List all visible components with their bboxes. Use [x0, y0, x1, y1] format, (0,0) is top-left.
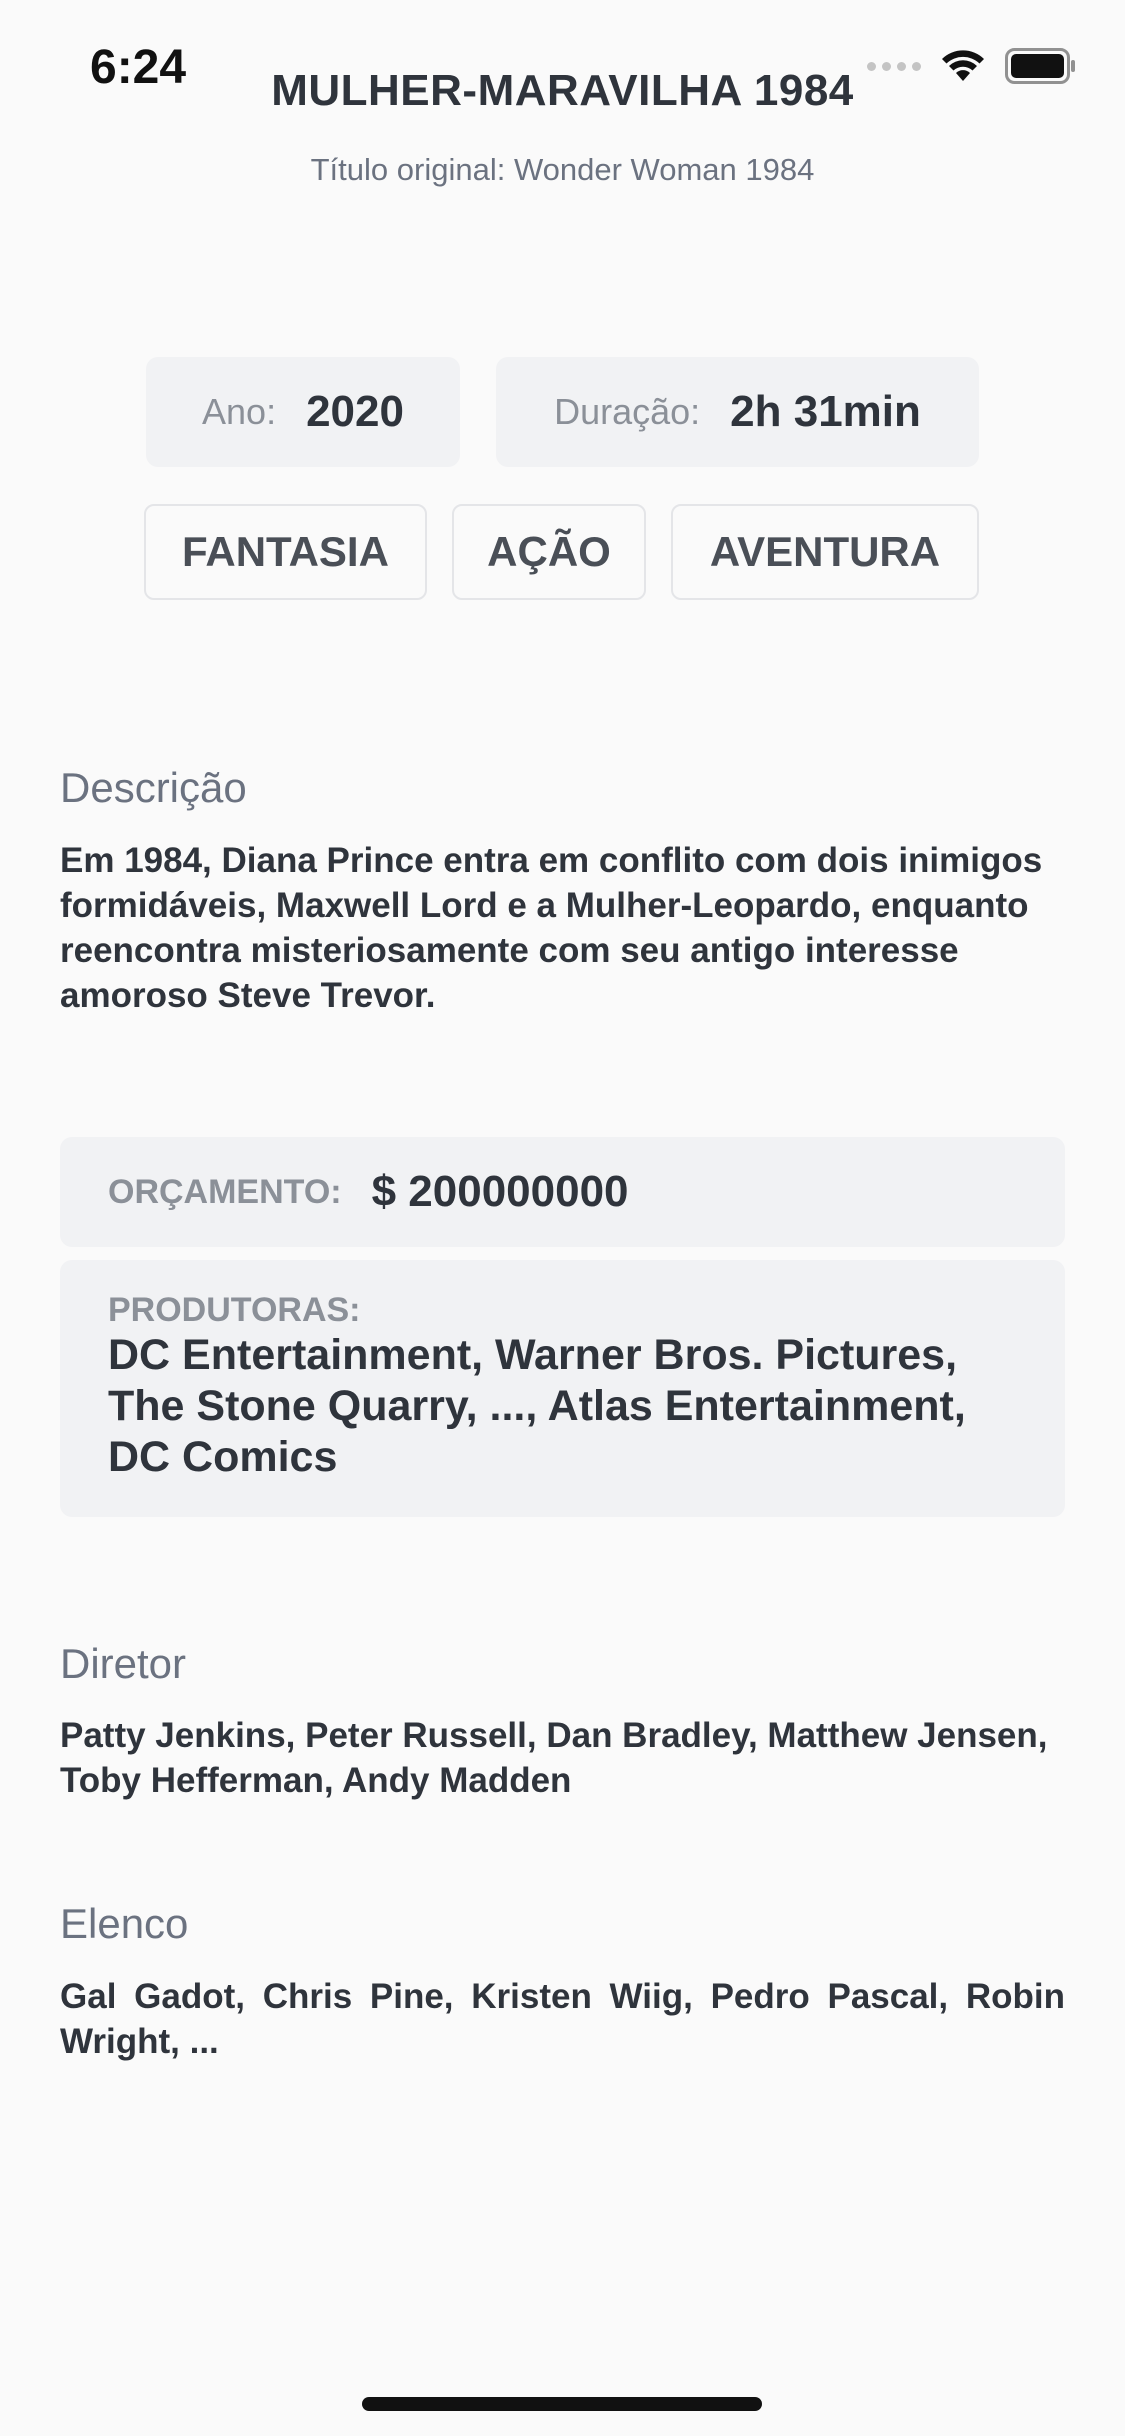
genre-tag: AVENTURA — [671, 504, 979, 600]
producers-box: PRODUTORAS: DC Entertainment, Warner Bro… — [60, 1260, 1065, 1517]
duration-label: Duração: — [554, 391, 701, 432]
genre-tags: FANTASIA AÇÃO AVENTURA — [144, 504, 979, 600]
cast-heading: Elenco — [60, 1900, 189, 1947]
budget-value: $ 200000000 — [371, 1167, 629, 1216]
genre-tag: FANTASIA — [144, 504, 427, 600]
budget-box: ORÇAMENTO: $ 200000000 — [60, 1137, 1065, 1247]
movie-title: MULHER-MARAVILHA 1984 — [271, 66, 854, 115]
description-heading: Descrição — [60, 764, 247, 811]
budget-label: ORÇAMENTO: — [108, 1172, 342, 1211]
year-value: 2020 — [306, 387, 404, 436]
producers-value: DC Entertainment, Warner Bros. Pictures,… — [108, 1331, 966, 1481]
year-label: Ano: — [202, 391, 277, 432]
original-title: Título original: Wonder Woman 1984 — [310, 152, 815, 187]
year-box: Ano: 2020 — [146, 357, 460, 467]
producers-label: PRODUTORAS: — [108, 1291, 361, 1329]
description-text: Em 1984, Diana Prince entra em conflito … — [60, 841, 1043, 1015]
home-indicator[interactable] — [362, 2397, 762, 2411]
cast-text: Gal Gadot, Chris Pine, Kristen Wiig, Ped… — [60, 1977, 1065, 2061]
duration-value: 2h 31min — [730, 387, 921, 436]
duration-box: Duração: 2h 31min — [496, 357, 979, 467]
genre-tag: AÇÃO — [452, 504, 646, 600]
director-text: Patty Jenkins, Peter Russell, Dan Bradle… — [60, 1716, 1048, 1800]
director-heading: Diretor — [60, 1640, 187, 1687]
